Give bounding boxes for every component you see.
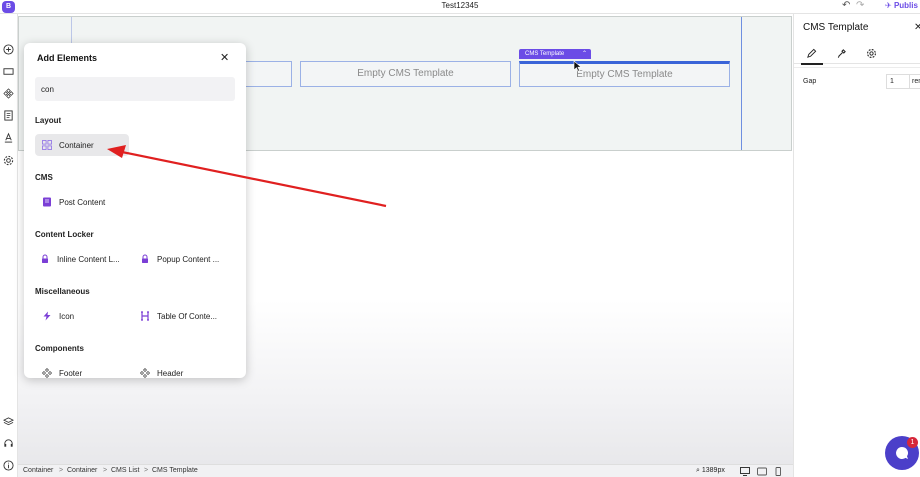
element-header[interactable]: Header	[133, 362, 223, 378]
components-icon[interactable]	[1, 86, 15, 100]
mobile-icon[interactable]	[773, 467, 783, 476]
properties-tabs	[794, 42, 920, 65]
selected-element-tag-label: CMS Template	[525, 51, 565, 57]
tablet-icon[interactable]	[757, 467, 767, 476]
pages-icon[interactable]	[1, 108, 15, 122]
settings-icon[interactable]	[1, 153, 15, 167]
tab-style[interactable]	[804, 46, 818, 60]
canvas-width-value: 1389px	[701, 467, 725, 474]
document-title: Test12345	[441, 1, 479, 10]
divider	[794, 67, 920, 68]
properties-panel: CMS Template ✕ Gap 1 rem	[793, 14, 920, 477]
gap-label: Gap	[803, 78, 817, 85]
element-footer[interactable]: Footer	[35, 362, 125, 378]
post-icon	[42, 197, 52, 207]
mouse-cursor-icon	[573, 60, 582, 72]
publish-button[interactable]: ✈ Publis	[885, 1, 918, 10]
section-label-miscellaneous: Miscellaneous	[35, 287, 90, 296]
lock-icon	[140, 254, 150, 264]
element-label: Icon	[59, 311, 75, 321]
add-element-icon[interactable]	[1, 42, 15, 56]
section-label-components: Components	[35, 344, 84, 353]
left-toolbar	[0, 14, 18, 477]
section-label-layout: Layout	[35, 116, 62, 125]
breadcrumb-separator: >	[103, 467, 108, 474]
lightning-icon	[42, 311, 52, 321]
redo-icon[interactable]: ↷	[856, 0, 864, 11]
close-icon[interactable]: ✕	[220, 51, 229, 64]
breadcrumb-item[interactable]: CMS List	[111, 467, 139, 474]
cms-template-box-selected[interactable]: Empty CMS Template	[519, 61, 730, 87]
cms-template-box[interactable]: Empty CMS Template	[300, 61, 511, 87]
component-icon	[140, 368, 150, 378]
properties-title: CMS Template	[803, 22, 869, 33]
layers-icon[interactable]	[1, 414, 15, 428]
desktop-icon[interactable]	[740, 467, 750, 476]
section-label-cms: CMS	[35, 173, 53, 182]
search-input[interactable]	[35, 77, 235, 101]
panel-title: Add Elements	[37, 53, 98, 63]
element-label: Post Content	[59, 197, 106, 207]
element-label: Popup Content ...	[157, 254, 220, 264]
gap-unit-select[interactable]: rem	[909, 74, 920, 89]
selected-element-tag[interactable]: CMS Template ⌃	[519, 49, 591, 59]
gap-input[interactable]: 1	[886, 74, 910, 89]
section-label-content-locker: Content Locker	[35, 230, 94, 239]
pencil-icon	[806, 48, 816, 58]
support-icon[interactable]	[1, 436, 15, 450]
undo-icon[interactable]: ↶	[842, 0, 850, 11]
info-icon[interactable]	[1, 458, 15, 472]
element-container[interactable]: Container	[35, 134, 129, 156]
active-tab-indicator	[801, 63, 823, 65]
element-label: Table Of Conte...	[157, 311, 218, 321]
tab-interactions[interactable]	[834, 46, 848, 60]
element-inline-content-locker[interactable]: Inline Content L...	[33, 248, 129, 270]
rocket-icon: ✈	[885, 1, 892, 10]
breadcrumb-separator: >	[144, 467, 149, 474]
breadcrumb-item[interactable]: CMS Template	[152, 467, 198, 474]
grid-icon	[42, 140, 52, 150]
gear-icon	[866, 48, 876, 58]
element-label: Container	[59, 140, 94, 150]
notification-badge: 1	[907, 437, 918, 448]
publish-label: Publis	[893, 1, 918, 10]
search-icon: ⌕	[696, 467, 700, 474]
layout-icon[interactable]	[1, 64, 15, 78]
element-label: Footer	[59, 368, 83, 378]
tab-settings[interactable]	[864, 46, 878, 60]
element-label: Inline Content L...	[57, 254, 120, 264]
collapse-icon[interactable]: ⌃	[582, 49, 587, 59]
close-icon[interactable]: ✕	[914, 22, 920, 33]
element-icon[interactable]: Icon	[35, 305, 125, 327]
top-bar: B Test12345 ↶ ↷ ✈ Publis	[0, 0, 920, 14]
chat-icon	[896, 447, 908, 459]
canvas-width-readout[interactable]: ⌕ 1389px	[696, 467, 725, 475]
element-post-content[interactable]: Post Content	[35, 191, 135, 213]
breadcrumb-separator: >	[59, 467, 64, 474]
heading-icon	[140, 311, 150, 321]
element-label: Header	[157, 368, 184, 378]
lock-icon	[40, 254, 50, 264]
breadcrumb-item[interactable]: Container	[23, 467, 53, 474]
breadcrumb-item[interactable]: Container	[67, 467, 97, 474]
bottom-bar: Container > Container > CMS List > CMS T…	[18, 464, 793, 477]
dropper-icon	[837, 48, 846, 58]
typography-icon[interactable]	[1, 130, 15, 144]
element-table-of-contents[interactable]: Table Of Conte...	[133, 305, 235, 327]
component-icon	[42, 368, 52, 378]
column-guide	[741, 17, 742, 150]
element-popup-content-locker[interactable]: Popup Content ...	[133, 248, 235, 270]
add-elements-panel: Add Elements ✕ Layout Container CMS Post…	[24, 43, 246, 378]
